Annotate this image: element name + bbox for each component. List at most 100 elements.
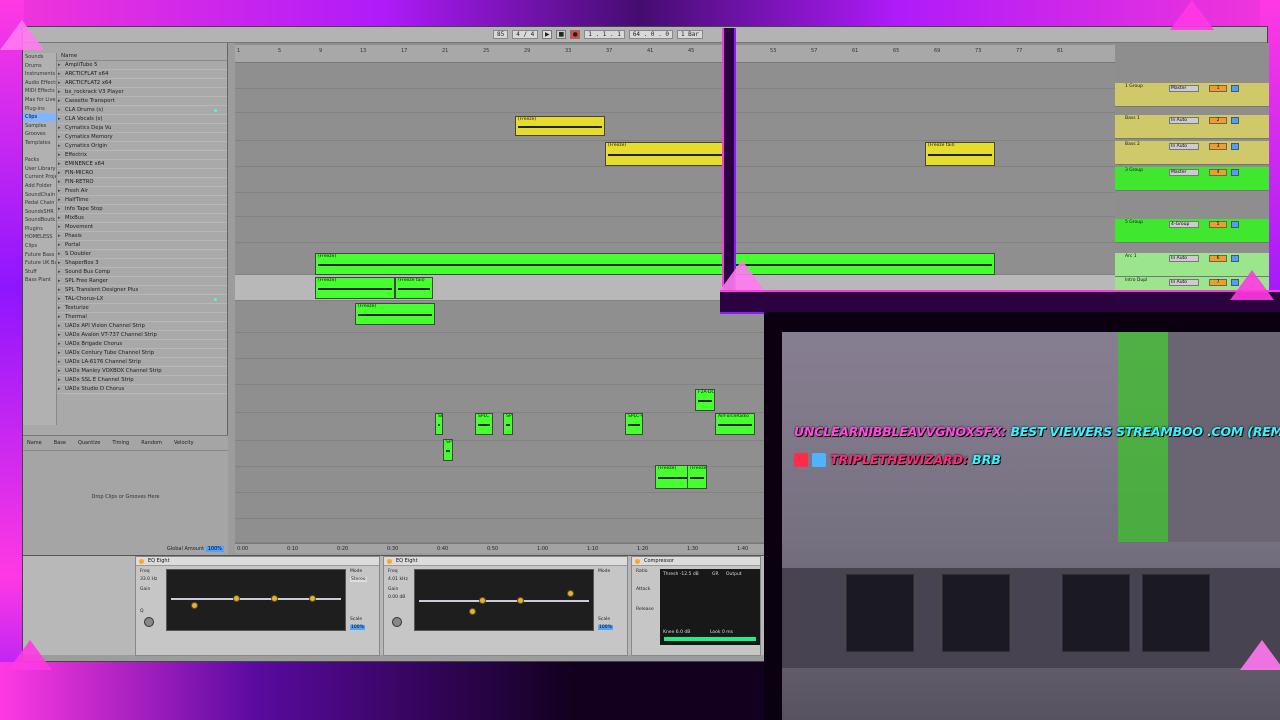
track-activator-button[interactable]: 2 bbox=[1209, 117, 1227, 124]
browser-place-item[interactable]: Add Folder bbox=[23, 182, 56, 191]
eq-graph[interactable] bbox=[166, 569, 346, 631]
browser-place-item[interactable]: Plug-ins bbox=[23, 105, 56, 114]
plugin-list-item[interactable]: UADx API Vision Channel Strip bbox=[57, 322, 227, 331]
plugin-list-item[interactable]: Portal bbox=[57, 241, 227, 250]
track-activator-button[interactable]: 6 bbox=[1209, 255, 1227, 262]
audio-clip[interactable]: (Freeze tail) bbox=[925, 142, 995, 166]
audio-clip[interactable]: SPL bbox=[503, 413, 513, 435]
audio-clip[interactable]: (Freeze) bbox=[355, 303, 435, 325]
global-amount-value[interactable]: 100% bbox=[205, 546, 224, 552]
comp-knee-value[interactable]: 6.0 dB bbox=[676, 630, 691, 635]
eq-q-knob[interactable] bbox=[392, 617, 402, 627]
browser-place-item[interactable]: MIDI Effects bbox=[23, 87, 56, 96]
eq-gain-value[interactable]: 0.00 dB bbox=[388, 595, 405, 600]
browser-place-item[interactable]: Plugins bbox=[23, 225, 56, 234]
mixer-output-select[interactable]: In Auto bbox=[1169, 117, 1199, 124]
browser-place-item[interactable]: Packs bbox=[23, 156, 56, 165]
browser-place-item[interactable]: Bass Plant bbox=[23, 276, 56, 285]
plugin-list-item[interactable]: Cymatics Origin bbox=[57, 142, 227, 151]
mixer-track-row[interactable]: 5 Group 4-Group 5 bbox=[1115, 219, 1269, 243]
audio-clip[interactable]: SPL bbox=[435, 413, 443, 435]
plugin-list-item[interactable]: TAL-Chorus-LX bbox=[57, 295, 227, 304]
audio-clip[interactable]: SPLC-V bbox=[625, 413, 643, 435]
audio-clip[interactable]: AirForceRadio bbox=[715, 413, 755, 435]
track-activator-button[interactable]: 7 bbox=[1209, 279, 1227, 286]
plugin-list-item[interactable]: EMINENCE x64 bbox=[57, 160, 227, 169]
browser-place-item[interactable]: SoundBoutk bbox=[23, 216, 56, 225]
plugin-list-item[interactable]: UADx Studio D Chorus bbox=[57, 385, 227, 394]
track-activator-button[interactable]: 1 bbox=[1209, 85, 1227, 92]
eq-freq-value[interactable]: 33.0 Hz bbox=[140, 577, 157, 582]
browser-place-item[interactable]: SoundsSHR bbox=[23, 208, 56, 217]
eq-band-point[interactable] bbox=[517, 597, 524, 604]
eq-eight-device-2[interactable]: EQ Eight Freq 4.01 kHz Gain 0.00 dB Mode… bbox=[383, 556, 628, 656]
track-lane[interactable] bbox=[235, 167, 1115, 193]
eq-freq-value[interactable]: 4.01 kHz bbox=[388, 577, 408, 582]
plugin-list-item[interactable]: UADx Manley VOXBOX Channel Strip bbox=[57, 367, 227, 376]
audio-clip[interactable]: SP bbox=[443, 439, 453, 461]
arm-button[interactable] bbox=[1231, 221, 1239, 228]
audio-clip[interactable]: (Freeze) bbox=[315, 253, 995, 275]
compressor-graph[interactable]: Thresh -12.5 dB GR Output Knee 6.0 dB Lo… bbox=[660, 569, 760, 645]
audio-clip[interactable]: (Freeze tail) bbox=[395, 277, 433, 299]
plugin-list-item[interactable]: UADx Century Tube Channel Strip bbox=[57, 349, 227, 358]
browser-place-item[interactable]: Grooves bbox=[23, 130, 56, 139]
mixer-track-row[interactable]: 3 Group Master 4 bbox=[1115, 167, 1269, 191]
mixer-track-row[interactable]: Bass 2 In Auto 3 bbox=[1115, 141, 1269, 165]
comp-threshold[interactable]: Thresh -12.5 dB bbox=[663, 572, 699, 577]
plugin-list-item[interactable]: FIN-RETRO bbox=[57, 178, 227, 187]
loop-end-field[interactable]: 64 . 0 . 0 bbox=[628, 30, 673, 39]
plugin-list-item[interactable]: ARCTICFLAT x64 bbox=[57, 70, 227, 79]
beat-ruler[interactable]: 159131721252933374145495357616569737781 bbox=[235, 45, 1115, 63]
browser-place-item[interactable]: Current Project bbox=[23, 173, 56, 182]
audio-clip[interactable]: (Freeze) bbox=[515, 116, 605, 136]
eq-band-point[interactable] bbox=[191, 602, 198, 609]
tempo-field[interactable]: 85 bbox=[493, 30, 509, 39]
arm-button[interactable] bbox=[1231, 143, 1239, 150]
arm-button[interactable] bbox=[1231, 117, 1239, 124]
mixer-track-row[interactable]: 1 Group Master 1 bbox=[1115, 83, 1269, 107]
browser-place-item[interactable]: Stuff bbox=[23, 268, 56, 277]
groove-column-header[interactable]: Base bbox=[54, 440, 66, 446]
track-activator-button[interactable]: 5 bbox=[1209, 221, 1227, 228]
mixer-output-select[interactable]: Master bbox=[1169, 169, 1199, 176]
plugin-list-item[interactable]: Texturize bbox=[57, 304, 227, 313]
plugin-list-item[interactable]: FIN-MICRO bbox=[57, 169, 227, 178]
browser-place-item[interactable]: Future UK Bat bbox=[23, 259, 56, 268]
track-activator-button[interactable]: 4 bbox=[1209, 169, 1227, 176]
plugin-list-item[interactable]: Info Tape Stop bbox=[57, 205, 227, 214]
plugin-list-item[interactable]: Phasis bbox=[57, 232, 227, 241]
plugin-list-item[interactable]: Cassette Transport bbox=[57, 97, 227, 106]
groove-column-header[interactable]: Random bbox=[141, 440, 162, 446]
track-lane[interactable] bbox=[235, 89, 1115, 113]
record-icon[interactable]: ● bbox=[570, 30, 581, 39]
play-icon[interactable]: ▶ bbox=[542, 30, 553, 39]
browser-place-item[interactable]: Sounds bbox=[23, 53, 56, 62]
eq-band-point[interactable] bbox=[469, 608, 476, 615]
eq-scale-value[interactable]: 100% bbox=[598, 625, 613, 630]
mixer-output-select[interactable]: 4-Group bbox=[1169, 221, 1199, 228]
browser-place-item[interactable]: User Library bbox=[23, 165, 56, 174]
groove-column-header[interactable]: Quantize bbox=[78, 440, 100, 446]
plugin-list-item[interactable]: AmpliTube 5 bbox=[57, 61, 227, 70]
browser-place-item[interactable]: Drums bbox=[23, 62, 56, 71]
plugin-list-item[interactable]: CLA Drums (s) bbox=[57, 106, 227, 115]
browser-place-item[interactable]: Templates bbox=[23, 139, 56, 148]
eq-q-knob[interactable] bbox=[144, 617, 154, 627]
compressor-device[interactable]: Compressor Ratio Attack Release Thresh -… bbox=[631, 556, 761, 656]
arm-button[interactable] bbox=[1231, 169, 1239, 176]
browser-name-header[interactable]: Name bbox=[57, 53, 227, 61]
plugin-list-item[interactable]: CLA Vocals (s) bbox=[57, 115, 227, 124]
quantize-menu[interactable]: 1 Bar bbox=[676, 30, 703, 39]
eq-mode-select[interactable]: Stereo bbox=[350, 577, 367, 582]
eq-band-point[interactable] bbox=[309, 595, 316, 602]
mixer-output-select[interactable]: In Auto bbox=[1169, 143, 1199, 150]
browser-place-item[interactable]: Max for Live bbox=[23, 96, 56, 105]
eq-graph[interactable] bbox=[414, 569, 594, 631]
groove-column-header[interactable]: Name bbox=[27, 440, 42, 446]
groove-column-header[interactable]: Velocity bbox=[174, 440, 194, 446]
plugin-list-item[interactable]: UADx LA-6176 Channel Strip bbox=[57, 358, 227, 367]
plugin-list-item[interactable]: HalfTime bbox=[57, 196, 227, 205]
track-lane[interactable] bbox=[235, 113, 1115, 141]
mixer-output-select[interactable]: Master bbox=[1169, 85, 1199, 92]
